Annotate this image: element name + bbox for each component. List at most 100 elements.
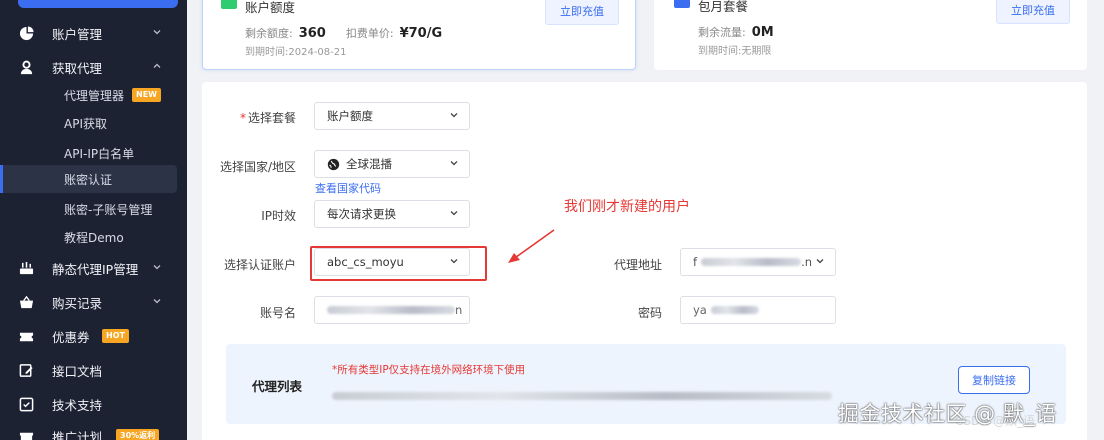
sidebar-subitem-api-whitelist[interactable]: API-IP白名单 [0, 139, 187, 167]
country-label: 选择国家/地区 [219, 160, 296, 174]
sidebar-subitem-proxy-manager[interactable]: 代理管理器 NEW [0, 81, 187, 109]
chevron-down-icon [152, 27, 162, 40]
wallet-icon [221, 0, 237, 9]
sidebar-item-label: 静态代理IP管理 [52, 261, 139, 277]
sidebar-subitem-api[interactable]: API获取 [0, 109, 187, 137]
pie-chart-icon [18, 25, 34, 41]
chevron-down-icon [449, 110, 459, 123]
price-label: 扣费单价: [345, 27, 394, 40]
promo-badge: 30%返利 [116, 429, 160, 440]
globe-icon [327, 158, 340, 171]
username-suffix: n [455, 303, 463, 317]
chevron-down-icon [449, 158, 459, 171]
sidebar-subitem-demo[interactable]: 教程Demo [0, 223, 187, 251]
sidebar-item-coupon[interactable]: 优惠券 HOT [0, 320, 187, 352]
sidebar-subitem-label: 教程Demo [64, 230, 124, 245]
proxy-address-suffix: .n [801, 255, 813, 269]
annotation-arrow [508, 229, 555, 263]
recharge-button[interactable]: 立即充值 [996, 0, 1070, 24]
sidebar-subitem-label: 账密认证 [64, 172, 113, 187]
hot-badge: HOT [102, 329, 129, 343]
support-icon [18, 396, 34, 412]
remaining-label: 剩余额度: [245, 27, 293, 40]
sidebar-item-label: 购买记录 [52, 295, 103, 311]
bag-icon [674, 0, 690, 8]
sidebar: 账户管理 获取代理 代理管理器 NEW API获取 API-IP白名单 账密认证… [0, 0, 187, 440]
coupon-icon [18, 328, 34, 344]
chevron-up-icon [152, 61, 162, 74]
highlight-box [310, 246, 487, 281]
country-value: 全球混播 [346, 157, 392, 171]
redacted-text [710, 306, 759, 314]
sidebar-item-support[interactable]: 技术支持 [0, 388, 187, 420]
package-value: 账户额度 [327, 109, 373, 123]
price-value: ¥70/G [399, 26, 443, 41]
basket-icon [18, 294, 34, 310]
juejin-watermark: 掘金技术社区 @ 默_语 [838, 402, 1057, 426]
remaining-value: 360 [298, 26, 326, 41]
sidebar-item-label: 获取代理 [52, 60, 103, 76]
sidebar-subitem-label: 账密-子账号管理 [64, 202, 153, 217]
password-value: ya [693, 303, 707, 317]
proxy-list-note: *所有类型IP仅支持在境外网络环境下使用 [332, 364, 526, 376]
sidebar-item-get-proxy[interactable]: 获取代理 [0, 51, 187, 83]
card-title: 包月套餐 [698, 0, 749, 14]
package-label: * 选择套餐 [239, 111, 296, 125]
annotation-text: 我们刚才新建的用户 [564, 199, 690, 215]
package-select[interactable]: 账户额度 [314, 102, 470, 130]
expiry-text: 到期时间:无期限 [698, 46, 772, 57]
redacted-text [701, 258, 802, 266]
recharge-button[interactable]: 立即充值 [545, 0, 619, 25]
validity-select[interactable]: 每次请求更换 [314, 200, 470, 228]
sidebar-item-label: 接口文档 [52, 363, 103, 379]
password-label: 密码 [637, 306, 662, 320]
router-icon [18, 260, 34, 276]
sidebar-subitem-auth[interactable]: 账密认证 [0, 165, 177, 193]
sidebar-item-static-ip[interactable]: 静态代理IP管理 [0, 252, 187, 284]
chevron-down-icon [152, 262, 162, 275]
sidebar-subitem-subaccount[interactable]: 账密-子账号管理 [0, 195, 187, 223]
traffic-label: 剩余流量: [698, 26, 746, 39]
sidebar-item-label: 推广计划 [52, 429, 103, 440]
sidebar-subitem-label: API获取 [64, 116, 107, 131]
sidebar-item-account[interactable]: 账户管理 [0, 17, 187, 49]
expiry-text: 到期时间:2024-08-21 [245, 47, 347, 58]
chevron-down-icon [449, 208, 459, 221]
sidebar-item-label: 账户管理 [52, 26, 103, 42]
username-input[interactable]: n [314, 296, 470, 324]
validity-value: 每次请求更换 [327, 207, 396, 221]
account-balance-card: 账户额度 立即充值 剩余额度: 360 扣费单价: ¥70/G 到期时间:202… [202, 0, 636, 70]
sidebar-item-label: 技术支持 [52, 397, 103, 413]
traffic-value: 0M [751, 25, 774, 40]
sidebar-subitem-label: API-IP白名单 [64, 146, 135, 161]
chevron-down-icon [815, 256, 825, 269]
copy-link-button[interactable]: 复制链接 [958, 366, 1030, 394]
traffic-row: 剩余流量: 0M [698, 24, 794, 40]
country-select[interactable]: 全球混播 [314, 150, 470, 178]
auth-account-label: 选择认证账户 [223, 258, 296, 272]
sidebar-item-promo[interactable]: 推广计划 30%返利 [0, 420, 187, 440]
sidebar-subitem-label: 代理管理器 [64, 88, 125, 103]
user-icon [18, 59, 34, 75]
username-label: 账号名 [259, 306, 296, 320]
balance-row: 剩余额度: 360 扣费单价: ¥70/G [245, 25, 462, 41]
sidebar-item-label: 优惠券 [52, 329, 90, 345]
monthly-plan-card: 包月套餐 立即充值 剩余流量: 0M 到期时间:无期限 [654, 0, 1087, 70]
promo-icon [18, 428, 34, 440]
proxy-address-select[interactable]: f .n [680, 248, 836, 276]
chevron-down-icon [152, 296, 162, 309]
validity-label: IP时效 [261, 209, 296, 223]
proxy-address-value: f [693, 255, 698, 269]
proxy-config-panel: * 选择套餐 账户额度 选择国家/地区 全球混播 查看国家代码 IP时效 每次请求… [202, 82, 1087, 440]
redacted-text [327, 306, 455, 314]
doc-edit-icon [18, 362, 34, 378]
card-title: 账户额度 [245, 0, 296, 15]
redacted-proxy-list [332, 392, 832, 400]
country-code-link[interactable]: 查看国家代码 [315, 180, 381, 196]
proxy-address-label: 代理地址 [613, 258, 662, 272]
new-badge: NEW [132, 88, 161, 102]
sidebar-item-api-docs[interactable]: 接口文档 [0, 354, 187, 386]
sidebar-top-button[interactable] [18, 0, 178, 8]
password-input[interactable]: ya [680, 296, 836, 324]
sidebar-item-purchase-records[interactable]: 购买记录 [0, 286, 187, 318]
